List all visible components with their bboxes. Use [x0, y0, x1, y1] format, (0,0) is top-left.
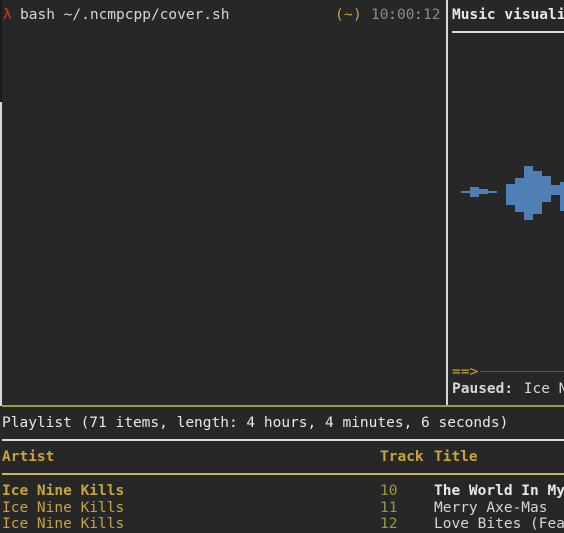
spectrum-bar: [533, 171, 542, 214]
spectrum-bar: [461, 191, 470, 193]
terminal-left-edge: [0, 0, 2, 102]
progress-arrow: ==>: [452, 364, 479, 380]
progress-bar[interactable]: [480, 371, 564, 372]
now-playing-artist: Ice N: [515, 381, 564, 397]
row-title: Merry Axe-Mas: [434, 500, 548, 516]
visualizer-title: Music visuali: [452, 7, 564, 23]
clock-seconds: 12: [423, 7, 441, 23]
cwd-open-paren: (: [335, 7, 344, 23]
cwd-label: ~: [344, 7, 353, 23]
column-title[interactable]: Title: [434, 449, 478, 465]
column-artist[interactable]: Artist: [2, 449, 54, 465]
row-track: 12: [380, 516, 398, 532]
row-artist: Ice Nine Kills: [2, 483, 125, 499]
clock-separator: :: [388, 7, 397, 23]
terminal-command: bash ~/.ncmpcpp/cover.sh: [20, 7, 230, 23]
columns-separator: [2, 473, 564, 475]
spectrum-bar: [551, 185, 560, 195]
playlist-row[interactable]: Ice Nine Kills 11 Merry Axe-Mas: [2, 500, 564, 517]
terminal-pane[interactable]: λ bash ~/.ncmpcpp/cover.sh ( ~ ) 10 : 00…: [0, 0, 446, 406]
clock-separator: :: [414, 7, 423, 23]
terminal-left-border: [0, 102, 2, 406]
spectrum-visualizer: [461, 166, 564, 220]
header-separator: [2, 439, 564, 441]
row-artist: Ice Nine Kills: [2, 500, 125, 516]
row-artist: Ice Nine Kills: [2, 516, 125, 532]
spectrum-bar: [524, 166, 533, 220]
spectrum-bar: [506, 184, 515, 205]
playlist-separator: [2, 405, 564, 407]
spectrum-bar: [560, 182, 564, 211]
playlist-row[interactable]: Ice Nine Kills 12 Love Bites (Fea: [2, 516, 564, 533]
row-track: 11: [380, 500, 398, 516]
playlist-row-current[interactable]: Ice Nine Kills 10 The World In My: [2, 483, 564, 500]
column-track[interactable]: Track: [380, 449, 424, 465]
clock-hours: 10: [371, 7, 389, 23]
visualizer-title-rule: [452, 31, 564, 33]
row-track: 10: [380, 483, 398, 499]
playback-state: Paused:: [452, 381, 514, 397]
column-headers: Artist Track Title: [2, 449, 564, 466]
spectrum-bar: [488, 191, 497, 193]
spectrum-bar: [470, 187, 479, 197]
cwd-close-paren: ): [353, 7, 362, 23]
spectrum-bar: [515, 178, 524, 212]
spectrum-bar: [479, 189, 488, 194]
spectrum-bar: [542, 176, 551, 202]
playlist-header: Playlist (71 items, length: 4 hours, 4 m…: [2, 415, 509, 431]
prompt-symbol: λ: [3, 7, 12, 23]
row-title: The World In My: [434, 483, 564, 499]
clock-minutes: 00: [397, 7, 415, 23]
row-title: Love Bites (Fea: [434, 516, 564, 532]
